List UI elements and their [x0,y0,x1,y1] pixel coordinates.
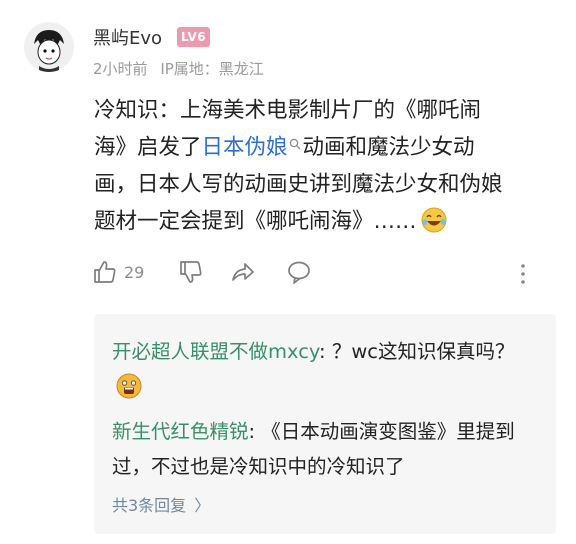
dislike-button[interactable] [178,258,204,286]
reply-author[interactable]: 开必超人联盟不做mxcy [112,340,319,363]
replies-panel: 开必超人联盟不做mxcy: ？wc这知识保真吗？ 新生代红色精锐: 《日本动画演… [94,314,556,534]
search-link-label: 日本伪娘 [201,135,288,160]
ip-location: IP属地：黑龙江 [160,60,264,78]
level-badge: LV6 [177,27,211,47]
more-options-button[interactable] [518,260,528,288]
view-more-label: 共3条回复 [112,496,187,515]
username[interactable]: 黑屿Evo [93,24,162,50]
thumbs-down-icon [180,261,202,283]
like-button[interactable]: 29 [92,258,144,286]
share-arrow-icon [232,263,254,281]
comment-time: 2小时前 [93,60,148,78]
comment-actions: 29 [92,258,542,288]
like-count: 29 [124,262,145,282]
comment-meta: 2小时前 IP属地：黑龙江 [93,58,272,79]
chevron-right-icon: 〉 [194,496,211,515]
reply-separator: : [248,420,262,443]
avatar-icon [24,22,74,72]
reply-item[interactable]: 开必超人联盟不做mxcy: ？wc这知识保真吗？ [112,334,542,404]
laughing-tears-emoji-icon [421,207,447,233]
reply-separator: : [319,340,332,363]
search-icon [289,138,300,150]
reply-button[interactable] [286,258,312,286]
thumbs-up-icon [94,261,116,283]
share-button[interactable] [230,258,256,286]
more-vertical-icon [521,264,525,284]
search-link[interactable]: 日本伪娘 [202,135,303,160]
reply-author[interactable]: 新生代红色精锐 [112,420,249,443]
avatar[interactable] [24,22,74,72]
comment-body: 冷知识：上海美术电影制片厂的《哪吒闹海》启发了日本伪娘 动画和魔法少女动画，日本人… [94,92,504,240]
shocked-face-emoji-icon [116,373,142,399]
reply-text: ？wc这知识保真吗？ [331,340,515,363]
view-more-replies-link[interactable]: 共3条回复〉 [112,492,210,516]
speech-bubble-icon [288,261,310,284]
reply-item[interactable]: 新生代红色精锐: 《日本动画演变图鉴》里提到过，不过也是冷知识中的冷知识了 [112,414,542,484]
